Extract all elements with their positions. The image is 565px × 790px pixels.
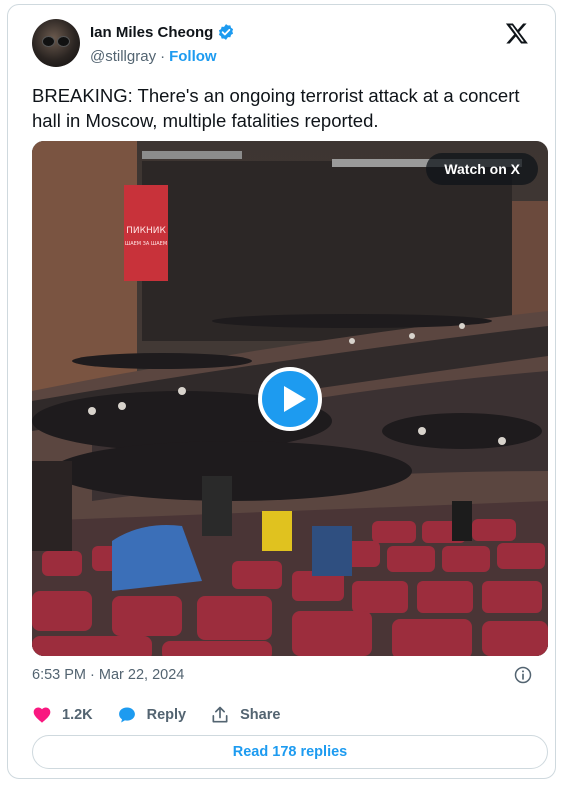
author-avatar[interactable]	[32, 19, 80, 67]
watch-on-x-button[interactable]: Watch on X	[426, 153, 538, 185]
author-handle[interactable]: @stillgray	[90, 48, 156, 65]
reply-label: Reply	[146, 707, 187, 723]
x-logo-icon[interactable]	[505, 21, 529, 45]
author-name[interactable]: Ian Miles Cheong	[90, 24, 213, 41]
read-replies-button[interactable]: Read 178 replies	[32, 735, 548, 769]
share-button[interactable]: Share	[210, 705, 280, 725]
share-icon	[212, 706, 228, 723]
reply-button[interactable]: Reply	[117, 705, 187, 725]
like-button[interactable]: 1.2K	[32, 705, 93, 725]
sunglasses-icon	[42, 36, 70, 47]
separator-dot: ·	[160, 48, 166, 65]
tweet-timestamp[interactable]: 6:53 PM · Mar 22, 2024	[32, 667, 184, 683]
tweet-actions: 1.2K Reply Share	[32, 705, 304, 725]
screen-text-1: ПИКНИК	[126, 226, 166, 236]
likes-count: 1.2K	[62, 707, 93, 723]
reply-bubble-icon	[118, 707, 135, 723]
info-icon[interactable]	[513, 665, 533, 685]
verified-badge-icon	[219, 24, 234, 40]
screen-text-2: ШАЕМ ЗА ШАЕМ	[125, 241, 167, 247]
tweet-card: Ian Miles Cheong @stillgray · Follow BRE…	[7, 4, 556, 779]
tweet-text: BREAKING: There's an ongoing terrorist a…	[32, 85, 520, 131]
share-label: Share	[240, 707, 281, 723]
author-handle-row: @stillgray · Follow	[90, 48, 217, 65]
author-name-row: Ian Miles Cheong	[90, 23, 235, 41]
play-icon[interactable]	[258, 367, 322, 431]
follow-button[interactable]: Follow	[169, 48, 217, 65]
heart-icon	[33, 707, 51, 723]
video-player[interactable]: ПИКНИК ШАЕМ ЗА ШАЕМ Watch on X	[32, 141, 548, 656]
